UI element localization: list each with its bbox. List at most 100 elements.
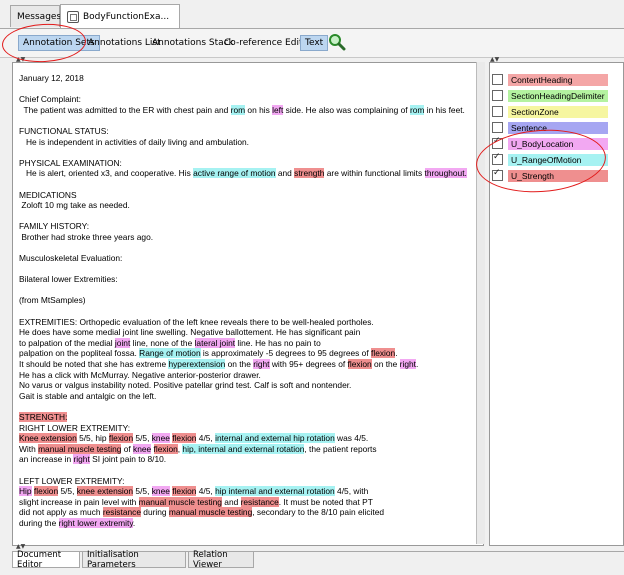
annotation-type-checkbox[interactable] (492, 122, 503, 133)
range-of-motion-annotation[interactable]: Range of motion (139, 348, 201, 359)
text-segment: PHYSICAL EXAMINATION: (19, 157, 122, 168)
range-of-motion-annotation[interactable]: rom (409, 104, 425, 115)
body-location-annotation[interactable]: knee (151, 433, 170, 444)
text-segment: SI joint pain to 8/10. (89, 454, 167, 465)
body-location-annotation[interactable]: throughout. (424, 168, 467, 179)
strength-annotation[interactable]: knee extension (76, 486, 134, 497)
strength-annotation[interactable]: resistance (102, 507, 141, 518)
annotation-type-label: U_BodyLocation (508, 137, 608, 150)
text-segment: 5/5, (133, 486, 152, 497)
strength-annotation[interactable]: flexion (153, 443, 178, 454)
body-location-annotation[interactable]: right (73, 454, 90, 465)
text-segment: of (121, 443, 134, 454)
strength-annotation[interactable]: flexion (371, 348, 396, 359)
strength-annotation[interactable]: flexion (172, 486, 197, 497)
button-label: Text (305, 38, 324, 48)
strength-annotation[interactable]: Knee extension (19, 433, 77, 444)
annotation-type-row[interactable]: U_RangeOfMotion (492, 152, 620, 166)
text-button[interactable]: Text (300, 35, 329, 51)
text-segment: . (132, 517, 136, 528)
annotation-type-row[interactable]: SectionZone (492, 105, 620, 118)
annotation-type-checkbox[interactable] (492, 152, 503, 165)
annotation-type-row[interactable]: SectionHeadingDelimiter (492, 89, 620, 102)
text-segment: on the (225, 359, 254, 370)
tab-label: Document Editor (17, 549, 62, 570)
tab-document[interactable]: BodyFunctionExa... (60, 4, 180, 28)
range-of-motion-annotation[interactable]: rom (230, 104, 246, 115)
text-segment: FUNCTIONAL STATUS: (19, 125, 109, 136)
annotation-type-label: ContentHeading (508, 73, 608, 86)
annotation-type-checkbox[interactable] (492, 74, 503, 85)
body-location-annotation[interactable]: lateral joint (194, 337, 236, 348)
body-location-annotation[interactable]: joint (114, 337, 131, 348)
annotation-type-label: Sentence (508, 121, 608, 134)
text-line (19, 84, 479, 95)
document-editor[interactable]: January 12, 2018 Chief Complaint: The pat… (12, 62, 484, 546)
strength-annotation[interactable]: manual muscle testing (138, 496, 222, 507)
tab-initialisation-parameters[interactable]: Initialisation Parameters (82, 549, 186, 570)
annotation-type-row[interactable]: U_Strength (492, 168, 620, 182)
text-segment: 4/5, with (334, 486, 369, 497)
tab-document-editor[interactable]: Document Editor (12, 549, 80, 570)
body-location-annotation[interactable]: Hip (19, 486, 32, 497)
annotation-toolbar: Annotation Sets Annotations List Annotat… (0, 29, 624, 58)
annotation-type-checkbox[interactable] (492, 90, 503, 101)
tab-label: Initialisation Parameters (87, 549, 139, 570)
text-segment: . (395, 348, 398, 359)
text-segment: RIGHT LOWER EXTREMITY: (19, 422, 131, 433)
strength-annotation[interactable]: flexion (172, 433, 197, 444)
text-segment: Musculoskeletal Evaluation: (19, 253, 123, 264)
tab-label: Relation Viewer (193, 549, 228, 570)
text-segment: , the patient reports (304, 443, 377, 454)
range-of-motion-annotation[interactable]: hyperextension (168, 359, 226, 370)
body-location-annotation[interactable]: knee (151, 486, 170, 497)
text-segment: palpation on the popliteal fossa. (19, 348, 140, 359)
text-line: He does have some medial joint line swel… (19, 327, 479, 338)
range-of-motion-annotation[interactable]: active range of motion (193, 168, 276, 179)
annotation-type-checkbox[interactable] (492, 168, 503, 181)
text-line: No varus or valgus instability noted. Po… (19, 380, 479, 391)
text-line: Musculoskeletal Evaluation: (19, 253, 479, 264)
strength-annotation[interactable]: flexion (108, 433, 134, 444)
text-line: to palpation of the medial joint line, n… (19, 337, 479, 349)
text-line: (from MtSamples) (19, 295, 479, 306)
tab-relation-viewer[interactable]: Relation Viewer (188, 549, 254, 570)
text-segment: during the (19, 517, 59, 528)
text-segment: With (19, 443, 39, 454)
text-segment: side. He also was complaining of (283, 104, 410, 115)
strength-annotation[interactable]: manual muscle testing (168, 507, 253, 518)
annotation-type-row[interactable]: Sentence (492, 121, 620, 134)
strength-annotation[interactable]: flexion (33, 486, 59, 497)
body-location-annotation[interactable]: right (399, 359, 416, 370)
text-segment: to palpation of the medial (19, 337, 115, 348)
body-location-annotation[interactable]: right lower extremity (58, 517, 133, 528)
text-segment: It should be noted that she has extreme (19, 359, 169, 370)
document-tab-bar: Messages BodyFunctionExa... (0, 0, 624, 29)
text-segment: MEDICATIONS (19, 189, 77, 200)
strength-annotation[interactable]: manual muscle testing (38, 443, 122, 454)
text-line (19, 147, 479, 158)
document-scrollbar[interactable] (476, 62, 485, 544)
text-segment: The patient was admitted to the ER with … (19, 104, 231, 115)
range-of-motion-annotation[interactable]: hip, internal and external rotation (182, 443, 305, 454)
search-icon[interactable] (328, 33, 346, 51)
body-location-annotation[interactable]: right (253, 359, 270, 370)
range-of-motion-annotation[interactable]: internal and external hip rotation (215, 433, 335, 444)
text-segment: Bilateral lower Extremities: (19, 274, 118, 285)
tab-messages[interactable]: Messages (10, 5, 61, 27)
annotation-type-checkbox[interactable] (492, 106, 503, 117)
strength-annotation[interactable]: resistance (240, 496, 279, 507)
strength-annotation[interactable]: strength (294, 168, 325, 179)
text-line: FUNCTIONAL STATUS: (19, 126, 479, 137)
strength-annotation[interactable]: STRENGTH: (19, 412, 68, 422)
strength-annotation[interactable]: flexion (347, 359, 372, 370)
body-location-annotation[interactable]: knee (133, 443, 152, 454)
body-location-annotation[interactable]: left (272, 104, 284, 115)
annotation-type-row[interactable]: U_BodyLocation (492, 136, 620, 150)
annotation-type-checkbox[interactable] (492, 136, 503, 149)
text-line: during the right lower extremity. (19, 517, 479, 529)
range-of-motion-annotation[interactable]: hip internal and external rotation (215, 486, 335, 497)
annotation-type-label: SectionZone (508, 105, 608, 118)
text-segment: on his (245, 104, 273, 115)
annotation-type-row[interactable]: ContentHeading (492, 73, 620, 86)
